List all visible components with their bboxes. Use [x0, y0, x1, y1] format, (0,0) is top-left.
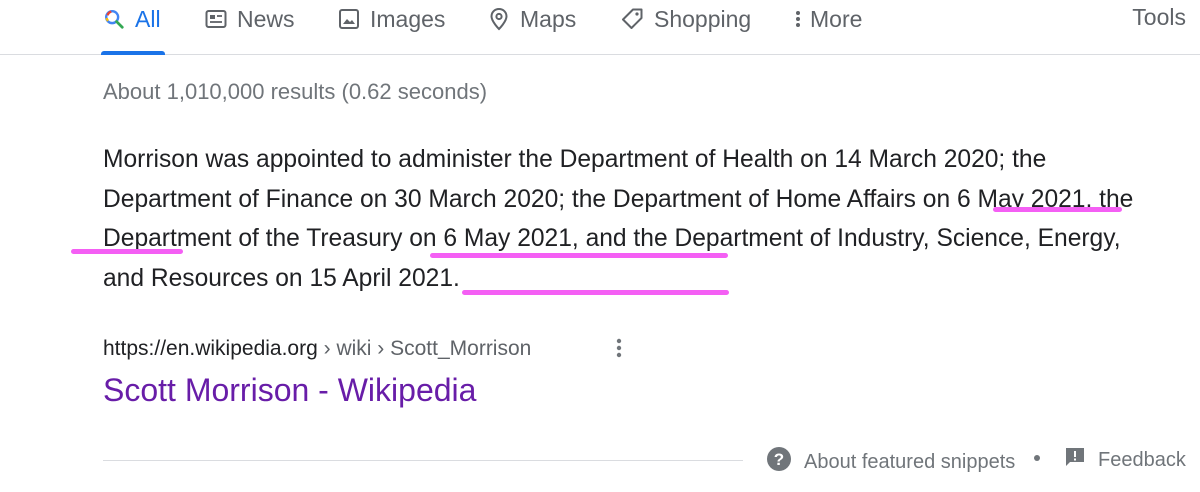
tab-more[interactable]: More — [792, 4, 862, 34]
feedback-link[interactable]: Feedback — [1064, 446, 1186, 474]
tab-label: All — [135, 5, 161, 32]
image-icon — [338, 8, 360, 30]
highlight-mark — [993, 207, 1122, 212]
search-tabs-bar: All News Images Maps Shopping More Tools — [0, 0, 1200, 55]
tag-icon — [620, 7, 644, 31]
highlight-mark — [462, 290, 729, 295]
about-featured-snippets-link[interactable]: ? About featured snippets — [766, 446, 1015, 478]
about-label: About featured snippets — [804, 450, 1016, 473]
tab-label: Shopping — [654, 5, 752, 32]
tab-news[interactable]: News — [205, 4, 295, 34]
tab-label: Maps — [520, 5, 577, 32]
result-stats: About 1,010,000 results (0.62 seconds) — [103, 79, 488, 104]
tools-button[interactable]: Tools — [1132, 4, 1186, 31]
tab-images[interactable]: Images — [338, 4, 445, 34]
snippet-text: Morrison was appointed to administer the… — [103, 146, 1134, 292]
result-title-link[interactable]: Scott Morrison - Wikipedia — [103, 372, 476, 409]
tab-label: News — [237, 5, 295, 32]
separator-dot — [1034, 455, 1040, 461]
feedback-label: Feedback — [1098, 448, 1186, 471]
url-domain: https://en.wikipedia.org — [103, 337, 318, 360]
feedback-icon — [1064, 446, 1086, 474]
featured-snippet: Morrison was appointed to administer the… — [103, 140, 1143, 298]
result-url: https://en.wikipedia.org › wiki › Scott_… — [103, 337, 531, 361]
search-icon — [103, 8, 125, 30]
tab-label: More — [810, 5, 863, 32]
news-icon — [205, 9, 227, 29]
footer-divider — [103, 460, 743, 461]
tab-label: Images — [370, 5, 446, 32]
url-path: › wiki › Scott_Morrison — [317, 337, 532, 360]
more-vert-icon — [616, 338, 622, 358]
svg-text:?: ? — [774, 450, 784, 469]
highlight-mark — [430, 253, 728, 258]
more-vert-icon — [792, 8, 804, 30]
tab-shopping[interactable]: Shopping — [620, 4, 751, 34]
highlight-mark — [71, 249, 183, 254]
active-tab-indicator — [101, 51, 165, 55]
result-menu-button[interactable] — [612, 336, 626, 362]
tab-maps[interactable]: Maps — [488, 4, 576, 34]
help-icon: ? — [766, 446, 792, 478]
tab-all[interactable]: All — [103, 4, 161, 34]
map-pin-icon — [488, 7, 510, 31]
